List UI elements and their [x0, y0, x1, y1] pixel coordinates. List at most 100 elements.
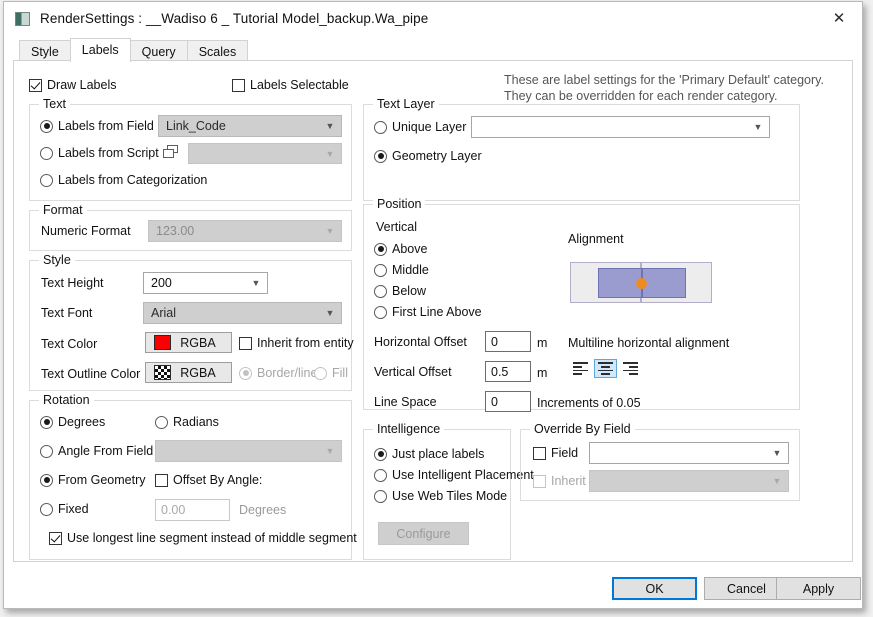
radio-radians[interactable]: Radians	[155, 415, 219, 429]
text-group-caption: Text	[39, 97, 70, 111]
tab-scales[interactable]: Scales	[186, 40, 249, 62]
numeric-format-value: 123.00	[156, 224, 195, 238]
style-group: Style Text Height 200 ▼ Text Font Arial …	[29, 253, 354, 391]
override-field-checkbox[interactable]: Field	[533, 446, 578, 460]
vertical-offset-input[interactable]: 0.5	[485, 361, 531, 382]
tab-query[interactable]: Query	[129, 40, 188, 62]
configure-button[interactable]: Configure	[378, 522, 469, 545]
align-right-icon[interactable]	[619, 359, 642, 378]
text-height-combo[interactable]: 200 ▼	[143, 272, 268, 294]
offset-by-angle-checkbox[interactable]: Offset By Angle:	[155, 473, 262, 487]
radio-label: From Geometry	[58, 473, 146, 487]
radio-dot	[374, 149, 387, 163]
use-longest-segment-label: Use longest line segment instead of midd…	[67, 531, 357, 545]
horizontal-offset-unit: m	[537, 336, 548, 350]
inherit-from-entity-checkbox[interactable]: Inherit from entity	[239, 336, 354, 350]
radio-label: Labels from Categorization	[58, 173, 208, 187]
override-inherit-combo[interactable]: ▼	[589, 470, 789, 492]
chevron-down-icon: ▼	[325, 148, 335, 159]
ok-button[interactable]: OK	[612, 577, 697, 600]
text-outline-color-label: Text Outline Color	[41, 367, 141, 381]
fixed-angle-input[interactable]: 0.00	[155, 499, 230, 521]
vertical-offset-label: Vertical Offset	[374, 365, 452, 379]
numeric-format-combo[interactable]: 123.00 ▼	[148, 220, 342, 242]
override-field-label: Field	[551, 446, 579, 460]
radio-dot	[40, 173, 53, 187]
chevron-down-icon: ▼	[325, 446, 335, 456]
category-note-line1: These are label settings for the 'Primar…	[504, 73, 824, 87]
chevron-down-icon: ▼	[325, 121, 335, 131]
radio-use-web-tiles-mode[interactable]: Use Web Tiles Mode	[374, 489, 507, 503]
format-group-caption: Format	[39, 203, 87, 217]
radio-dot	[155, 415, 168, 429]
radio-first-line-above[interactable]: First Line Above	[374, 305, 482, 319]
numeric-format-label: Numeric Format	[41, 224, 131, 238]
labels-selectable-checkbox[interactable]: Labels Selectable	[232, 78, 349, 92]
alignment-label: Alignment	[568, 232, 624, 246]
radio-label: Fixed	[58, 502, 89, 516]
align-left-icon[interactable]	[569, 359, 592, 378]
override-inherit-checkbox[interactable]: Inherit	[533, 474, 586, 488]
radio-dot	[40, 473, 53, 487]
radio-from-geometry[interactable]: From Geometry	[40, 473, 146, 487]
radio-angle-from-field[interactable]: Angle From Field	[40, 444, 153, 458]
labels-field-combo[interactable]: Link_Code ▼	[158, 115, 342, 137]
text-color-label: Text Color	[41, 337, 98, 351]
labels-field-value: Link_Code	[166, 119, 226, 133]
radio-dot	[40, 415, 53, 429]
radio-just-place-labels[interactable]: Just place labels	[374, 447, 484, 461]
checkbox-box	[155, 473, 168, 487]
render-settings-dialog: RenderSettings : __Wadiso 6 _ Tutorial M…	[3, 1, 863, 609]
use-longest-segment-checkbox[interactable]: Use longest line segment instead of midd…	[49, 531, 357, 545]
vertical-label: Vertical	[376, 220, 417, 234]
text-font-combo[interactable]: Arial ▼	[143, 302, 342, 324]
fixed-angle-value: 0.00	[161, 503, 186, 517]
radio-labels-from-categorization[interactable]: Labels from Categorization	[40, 173, 207, 187]
radio-degrees[interactable]: Degrees	[40, 415, 105, 429]
script-browse-icon[interactable]	[163, 145, 178, 158]
category-note-line2: They can be overridden for each render c…	[504, 89, 778, 103]
radio-fill[interactable]: Fill	[314, 366, 348, 380]
align-center-icon[interactable]	[594, 359, 617, 378]
text-height-label: Text Height	[41, 276, 104, 290]
text-outline-color-button[interactable]: RGBA	[145, 362, 232, 383]
app-window-icon	[15, 11, 30, 26]
radio-below[interactable]: Below	[374, 284, 426, 298]
line-space-input[interactable]: 0	[485, 391, 531, 412]
radio-dot	[374, 305, 387, 319]
horizontal-offset-input[interactable]: 0	[485, 331, 531, 352]
draw-labels-label: Draw Labels	[47, 78, 117, 92]
draw-labels-checkbox[interactable]: Draw Labels	[29, 78, 116, 92]
radio-label: Unique Layer	[392, 120, 467, 134]
radio-geometry-layer[interactable]: Geometry Layer	[374, 149, 482, 163]
tab-labels[interactable]: Labels	[69, 38, 131, 62]
checkbox-box	[29, 78, 42, 92]
line-space-value: 0	[491, 394, 498, 409]
checkbox-box	[533, 446, 546, 460]
text-font-label: Text Font	[41, 306, 93, 320]
radio-border-line[interactable]: Border/line	[239, 366, 317, 380]
text-layer-group: Text Layer Unique Layer ▼ Geometry Layer	[363, 97, 800, 201]
labels-script-combo[interactable]: ▼	[188, 143, 342, 164]
radio-above[interactable]: Above	[374, 242, 427, 256]
alignment-preview[interactable]	[570, 262, 715, 305]
angle-field-combo[interactable]: ▼	[155, 440, 342, 462]
rotation-group-caption: Rotation	[39, 393, 94, 407]
radio-unique-layer[interactable]: Unique Layer	[374, 120, 466, 134]
chevron-down-icon: ▼	[753, 122, 763, 132]
radio-middle[interactable]: Middle	[374, 263, 429, 277]
radio-label: Use Intelligent Placement	[392, 468, 534, 482]
override-field-combo[interactable]: ▼	[589, 442, 789, 464]
radio-fixed[interactable]: Fixed	[40, 502, 89, 516]
override-inherit-label: Inherit	[551, 474, 586, 488]
radio-use-intelligent-placement[interactable]: Use Intelligent Placement	[374, 468, 534, 482]
tab-style[interactable]: Style	[19, 40, 71, 62]
unique-layer-combo[interactable]: ▼	[471, 116, 770, 138]
apply-button[interactable]: Apply	[776, 577, 861, 600]
radio-labels-from-field[interactable]: Labels from Field	[40, 119, 154, 133]
close-icon[interactable]: ✕	[816, 2, 862, 34]
text-color-button[interactable]: RGBA	[145, 332, 232, 353]
radio-dot	[374, 468, 387, 482]
radio-labels-from-script[interactable]: Labels from Script	[40, 146, 159, 160]
checkbox-box	[533, 474, 546, 488]
